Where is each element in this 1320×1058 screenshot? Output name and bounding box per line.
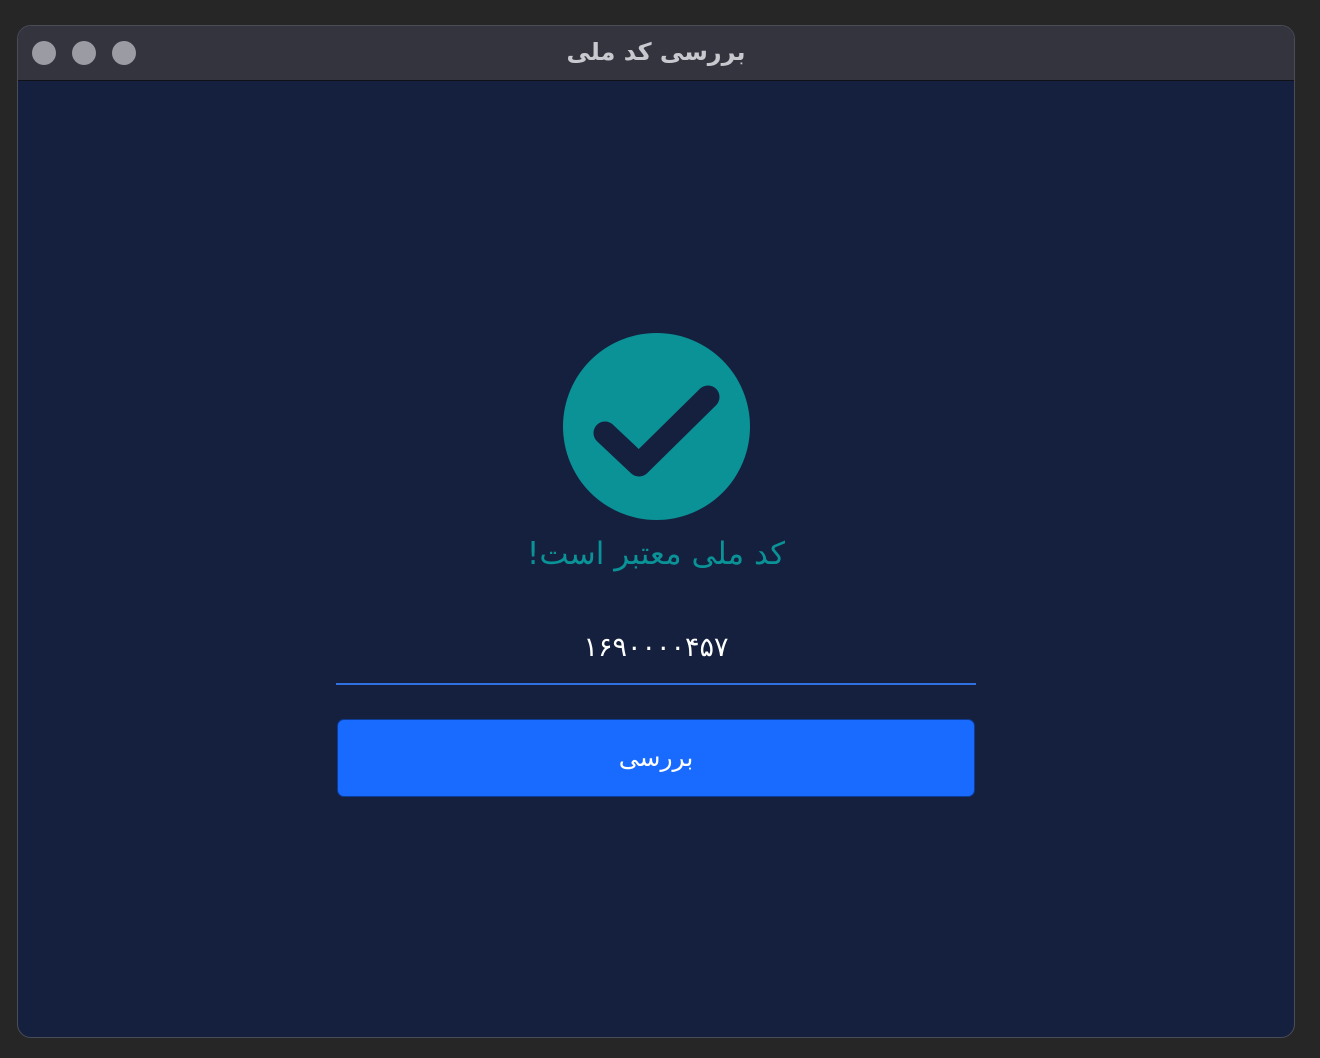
app-window: بررسی کد ملی کد ملی معتبر است! بررسی <box>17 25 1295 1038</box>
national-code-input[interactable] <box>336 611 976 685</box>
window-title: بررسی کد ملی <box>566 38 746 66</box>
title-bar: بررسی کد ملی <box>18 26 1294 81</box>
validation-status-message: کد ملی معتبر است! <box>526 536 786 572</box>
check-button[interactable]: بررسی <box>337 719 975 797</box>
main-content: کد ملی معتبر است! بررسی <box>18 81 1294 1037</box>
check-circle-icon <box>563 333 750 520</box>
